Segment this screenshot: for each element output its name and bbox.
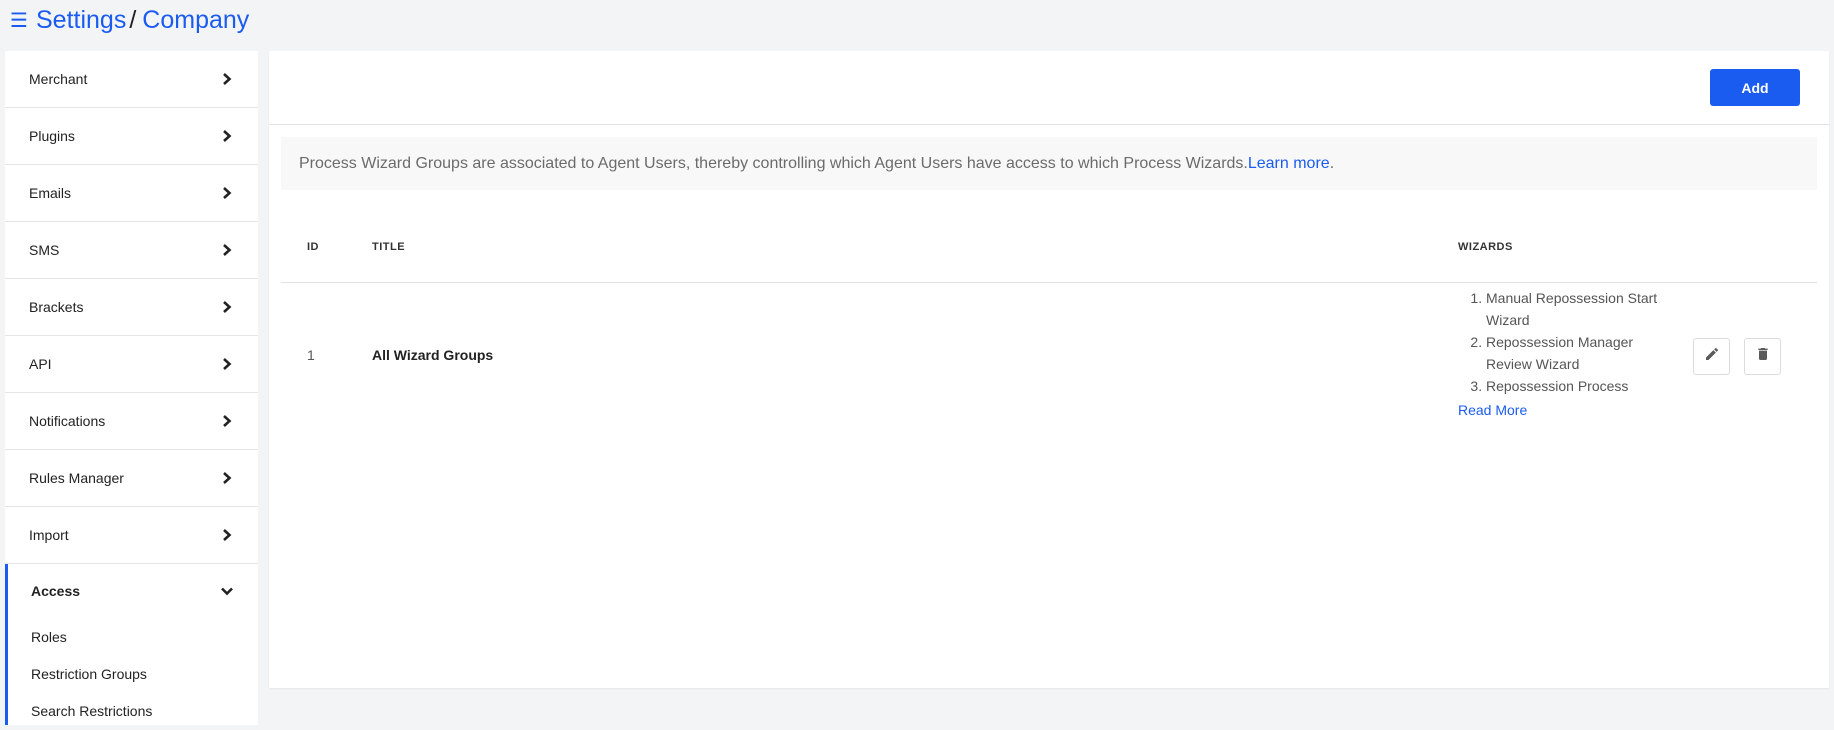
sidebar-item-emails[interactable]: Emails: [5, 165, 258, 222]
pencil-icon: [1704, 346, 1720, 367]
sidebar-item-label: Access: [31, 583, 81, 599]
chevron-right-icon: [220, 357, 234, 371]
chevron-right-icon: [220, 72, 234, 86]
info-text: Process Wizard Groups are associated to …: [299, 154, 1248, 172]
sidebar-subitem-search-restrictions[interactable]: Search Restrictions: [8, 692, 258, 725]
learn-more-link[interactable]: Learn more: [1248, 155, 1330, 173]
sidebar-subitem-roles[interactable]: Roles: [8, 618, 258, 655]
breadcrumb-company[interactable]: Company: [142, 6, 249, 35]
chevron-right-icon: [220, 471, 234, 485]
add-button[interactable]: Add: [1710, 69, 1800, 106]
sidebar-item-label: API: [29, 356, 52, 372]
wizard-groups-table: ID TITLE WIZARDS 1 All Wizard Groups Man…: [281, 205, 1817, 433]
sidebar-item-rules-manager[interactable]: Rules Manager: [5, 450, 258, 507]
chevron-right-icon: [220, 528, 234, 542]
row-wizards: Manual Repossession Start Wizard Reposse…: [1458, 287, 1668, 418]
column-header-title: TITLE: [372, 241, 406, 253]
sidebar-item-brackets[interactable]: Brackets: [5, 279, 258, 336]
wizard-item: Repossession Process: [1486, 375, 1668, 397]
sidebar-item-label: Brackets: [29, 299, 84, 315]
main-panel: Add Process Wizard Groups are associated…: [269, 51, 1829, 688]
breadcrumb-settings[interactable]: Settings: [36, 6, 126, 35]
sidebar-item-label: Emails: [29, 185, 72, 201]
table-row: 1 All Wizard Groups Manual Repossession …: [281, 283, 1817, 433]
row-title: All Wizard Groups: [372, 347, 494, 363]
info-banner: Process Wizard Groups are associated to …: [281, 137, 1817, 190]
chevron-right-icon: [220, 300, 234, 314]
sidebar-item-label: Rules Manager: [29, 470, 124, 486]
panel-toolbar: Add: [269, 51, 1829, 125]
sidebar-item-label: Merchant: [29, 71, 88, 87]
page-header: ☰ Settings / Company: [0, 0, 1834, 40]
sidebar-item-label: Plugins: [29, 128, 75, 144]
chevron-right-icon: [220, 129, 234, 143]
edit-button[interactable]: [1693, 338, 1730, 375]
sidebar-item-access[interactable]: Access: [8, 564, 258, 618]
sidebar-section-access: Access Roles Restriction Groups Search R…: [5, 564, 258, 725]
sidebar-item-label: Import: [29, 527, 69, 543]
sidebar-item-merchant[interactable]: Merchant: [5, 51, 258, 108]
settings-sidebar: Merchant Plugins Emails SMS Brackets API…: [5, 51, 258, 725]
table-header: ID TITLE WIZARDS: [281, 205, 1817, 283]
delete-button[interactable]: [1744, 338, 1781, 375]
wizard-item: Repossession Manager Review Wizard: [1486, 331, 1668, 375]
column-header-wizards: WIZARDS: [1458, 241, 1513, 253]
sidebar-item-import[interactable]: Import: [5, 507, 258, 564]
wizard-list: Manual Repossession Start Wizard Reposse…: [1458, 287, 1668, 397]
read-more-link[interactable]: Read More: [1458, 402, 1527, 418]
chevron-right-icon: [220, 414, 234, 428]
sidebar-item-notifications[interactable]: Notifications: [5, 393, 258, 450]
hamburger-icon[interactable]: ☰: [8, 8, 30, 33]
chevron-down-icon: [220, 584, 234, 598]
trash-icon: [1755, 346, 1771, 367]
info-suffix: .: [1329, 154, 1335, 172]
breadcrumb-separator: /: [129, 5, 137, 34]
sidebar-item-plugins[interactable]: Plugins: [5, 108, 258, 165]
row-id: 1: [307, 347, 315, 363]
sidebar-subitem-restriction-groups[interactable]: Restriction Groups: [8, 655, 258, 692]
sidebar-item-label: SMS: [29, 242, 60, 258]
chevron-right-icon: [220, 243, 234, 257]
column-header-id: ID: [307, 241, 319, 253]
sidebar-item-sms[interactable]: SMS: [5, 222, 258, 279]
sidebar-item-api[interactable]: API: [5, 336, 258, 393]
chevron-right-icon: [220, 186, 234, 200]
sidebar-item-label: Notifications: [29, 413, 106, 429]
wizard-item: Manual Repossession Start Wizard: [1486, 287, 1668, 331]
